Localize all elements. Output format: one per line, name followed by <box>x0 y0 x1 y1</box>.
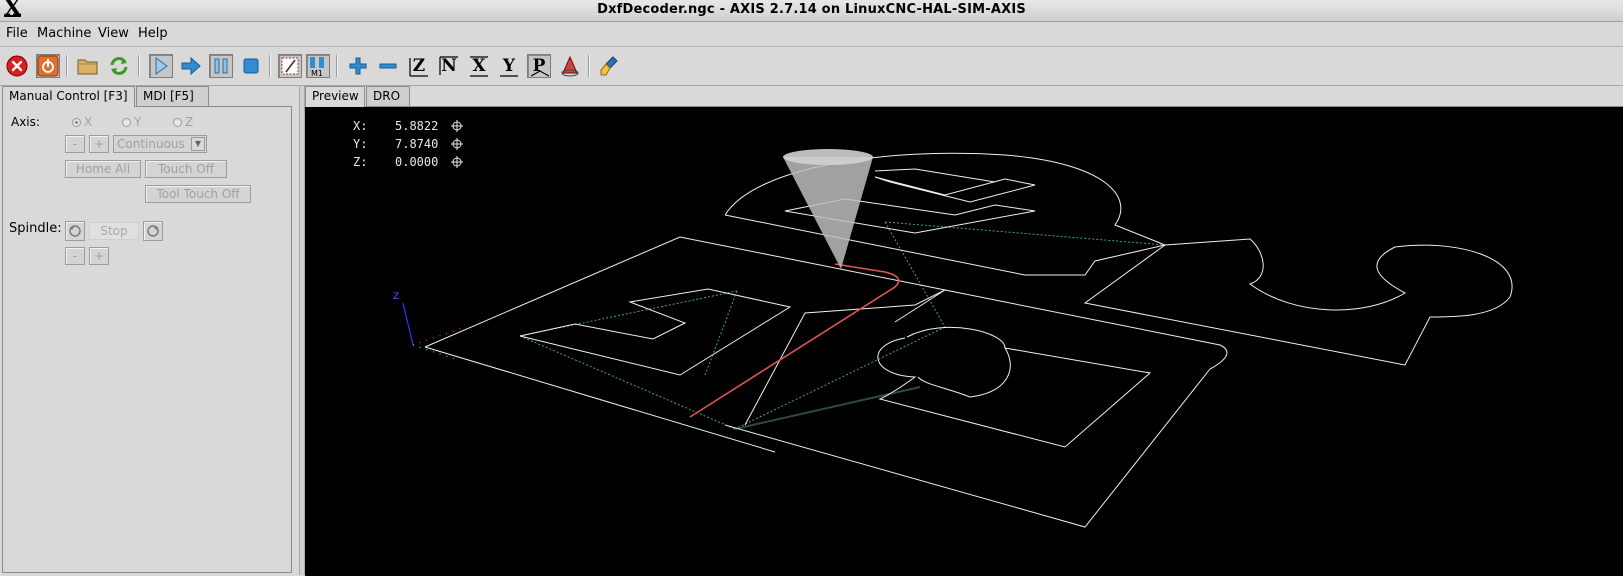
toolbar-separator <box>269 55 271 77</box>
toolpath-view: Z <box>393 149 1513 528</box>
part-outline-front <box>724 289 1228 528</box>
pause-icon[interactable] <box>209 54 233 78</box>
toolbar-separator <box>66 55 68 77</box>
dro-x-homed-icon <box>451 120 463 132</box>
axis-label: Axis: <box>11 115 40 129</box>
menu-machine[interactable]: Machine <box>37 26 91 41</box>
open-file-icon[interactable] <box>76 54 100 78</box>
spindle-label: Spindle: <box>9 221 62 236</box>
dro-y-value: 7.8740 <box>395 137 439 151</box>
tab-manual-control[interactable]: Manual Control [F3] <box>2 86 135 107</box>
jog-increment-select[interactable]: Continuous ▼ <box>113 135 207 153</box>
toolbar-separator <box>336 55 338 77</box>
tab-dro[interactable]: DRO <box>366 86 410 106</box>
chevron-down-icon: ▼ <box>191 137 205 151</box>
home-all-button[interactable]: Home All <box>65 160 141 178</box>
stop-icon[interactable] <box>239 54 263 78</box>
optional-stop-label: M1 <box>311 69 323 77</box>
dro-x-value: 5.8822 <box>395 119 439 133</box>
toolbar: M1 Z N X Y P <box>0 47 1623 86</box>
z-axis-label: Z <box>393 292 399 302</box>
view-x-icon[interactable]: X <box>467 54 491 78</box>
view-y-icon[interactable]: Y <box>497 54 521 78</box>
radio-dot <box>72 117 81 127</box>
axis-radio-z[interactable]: Z <box>173 115 193 129</box>
optional-stop-icon[interactable]: M1 <box>306 54 330 78</box>
radio-dot <box>122 117 131 127</box>
power-icon[interactable] <box>36 54 60 78</box>
estop-icon[interactable] <box>5 54 29 78</box>
dro-z-value: 0.0000 <box>395 155 439 169</box>
spindle-forward-icon[interactable] <box>143 221 163 241</box>
touch-off-button[interactable]: Touch Off <box>145 160 227 178</box>
preview-canvas[interactable]: Z X: 5.8822 Y: 7.8740 Z: 0.0000 <box>305 106 1623 576</box>
step-icon[interactable] <box>179 54 203 78</box>
dro-z-homed-icon <box>451 156 463 168</box>
part-pocket-left <box>519 288 792 376</box>
tab-preview[interactable]: Preview <box>305 86 365 107</box>
spindle-stop-button[interactable]: Stop <box>89 222 139 240</box>
clear-plot-icon[interactable] <box>598 54 622 78</box>
jog-plus-button[interactable]: + <box>89 135 109 153</box>
zoom-out-icon[interactable] <box>376 54 400 78</box>
live-plot-path <box>689 263 900 418</box>
spindle-minus-button[interactable]: - <box>65 247 85 265</box>
dro-z-label: Z: <box>353 155 368 169</box>
block-delete-icon[interactable] <box>278 54 302 78</box>
traverse-heavy <box>734 386 921 430</box>
view-p-icon[interactable]: P <box>527 54 551 78</box>
part-outline-right <box>1083 238 1513 366</box>
menu-view[interactable]: View <box>98 26 129 41</box>
dro-y-label: Y: <box>353 137 368 151</box>
window-title: DxfDecoder.ngc - AXIS 2.7.14 on LinuxCNC… <box>597 2 1026 17</box>
radio-dot <box>173 117 182 127</box>
reload-icon[interactable] <box>107 54 131 78</box>
left-panel: Manual Control [F3] MDI [F5] Axis: X Y Z… <box>0 86 299 575</box>
toolbar-separator <box>138 55 140 77</box>
run-icon[interactable] <box>149 54 173 78</box>
view-z-icon[interactable]: Z <box>407 54 431 78</box>
jog-minus-button[interactable]: - <box>65 135 85 153</box>
dro-y-homed-icon <box>451 138 463 150</box>
axis-radio-x[interactable]: X <box>72 115 92 129</box>
rotate-icon[interactable] <box>558 54 582 78</box>
manual-control-panel: Axis: X Y Z - + Continuous ▼ Home All To… <box>2 106 292 573</box>
menu-help[interactable]: Help <box>138 26 168 41</box>
axis-radio-y[interactable]: Y <box>122 115 141 129</box>
tab-mdi[interactable]: MDI [F5] <box>136 86 209 106</box>
menu-file[interactable]: File <box>6 26 28 41</box>
toolbar-separator <box>588 55 590 77</box>
title-bar: X DxfDecoder.ngc - AXIS 2.7.14 on LinuxC… <box>0 0 1623 22</box>
dro-x-label: X: <box>353 119 368 133</box>
zoom-in-icon[interactable] <box>346 54 370 78</box>
tool-touch-off-button[interactable]: Tool Touch Off <box>145 185 251 203</box>
spindle-reverse-icon[interactable] <box>65 221 85 241</box>
view-z2-icon[interactable]: N <box>437 54 461 78</box>
menu-bar: File Machine View Help <box>0 22 1623 47</box>
origin-axes <box>402 302 466 360</box>
spindle-plus-button[interactable]: + <box>89 247 109 265</box>
